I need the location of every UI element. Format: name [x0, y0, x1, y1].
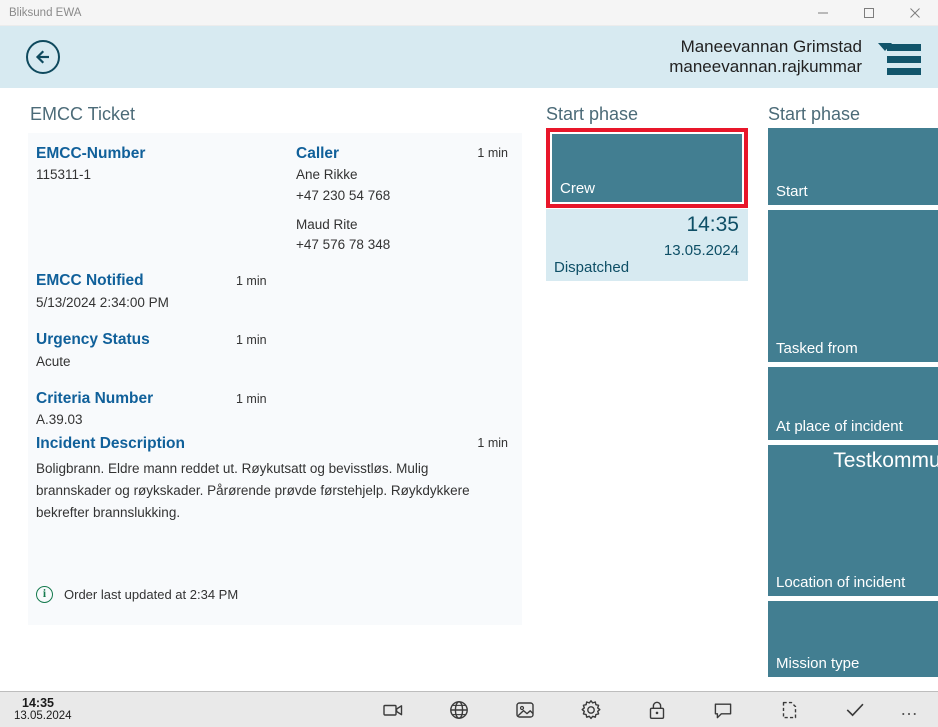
field-label: EMCC-Number: [36, 145, 146, 162]
caller-name: Ane Rikke: [296, 167, 358, 183]
taskbar-date: 13.05.2024: [14, 710, 72, 723]
field-row: Criteria Number A.39.03 1 min: [36, 388, 508, 431]
back-arrow-icon[interactable]: [26, 40, 60, 74]
field-row: Urgency Status Acute 1 min: [36, 329, 508, 372]
field-value: 115311-1: [36, 167, 92, 183]
tile-start[interactable]: Start: [768, 128, 938, 205]
field-age: 1 min: [236, 274, 267, 289]
order-updated-row: i Order last updated at 2:34 PM: [36, 586, 238, 603]
window-controls: [800, 0, 938, 26]
tile-location-of-incident[interactable]: Testkommune Location of incident: [768, 445, 938, 596]
tile-label: Tasked from: [776, 340, 858, 357]
info-icon: i: [36, 586, 53, 603]
gear-icon[interactable]: [558, 692, 624, 727]
taskbar-time: 14:35: [22, 695, 54, 710]
start-phase-title-right: Start phase: [768, 104, 861, 124]
app-header: Maneevannan Grimstad maneevannan.rajkumm…: [0, 26, 938, 88]
tile-mission-type[interactable]: Mission type: [768, 601, 938, 677]
field-value: Acute: [36, 353, 71, 369]
user-display-name: Maneevannan Grimstad: [680, 36, 862, 56]
overflow-label: …: [900, 699, 920, 719]
field-value: A.39.03: [36, 412, 83, 428]
field-label: EMCC Notified: [36, 272, 144, 290]
tile-label: Location of incident: [776, 574, 906, 591]
globe-icon[interactable]: [426, 692, 492, 727]
field-urgency-status: Urgency Status Acute: [36, 329, 236, 372]
caller-phone: +47 230 54 768: [296, 187, 391, 203]
incident-label: Incident Description: [36, 434, 185, 452]
dispatched-date: 13.05.2024: [663, 242, 739, 259]
tile-label: Mission type: [776, 655, 860, 672]
field-emcc-notified: EMCC Notified 5/13/2024 2:34:00 PM: [36, 270, 236, 313]
hamburger-menu-icon[interactable]: [878, 37, 924, 77]
application-window: Bliksund EWA Maneevannan Grimstad maneev…: [0, 0, 938, 727]
tile-crew[interactable]: Crew: [552, 134, 742, 202]
user-info[interactable]: Maneevannan Grimstad maneevannan.rajkumm…: [669, 37, 862, 77]
order-updated-text: Order last updated at 2:34 PM: [64, 587, 239, 602]
start-phase-column-middle: Start phase Crew 14:35 13.05.2024 Dispat…: [534, 88, 762, 691]
incident-text: Boligbrann. Eldre mann reddet ut. Røykut…: [36, 461, 470, 520]
window-title: Bliksund EWA: [9, 6, 82, 19]
caller-age: 1 min: [477, 146, 508, 160]
field-age: 1 min: [236, 333, 267, 348]
os-title-bar: Bliksund EWA: [0, 0, 938, 26]
start-phase-title-middle: Start phase: [546, 104, 639, 124]
image-icon[interactable]: [492, 692, 558, 727]
field-emcc-number: EMCC-Number 115311-1: [36, 143, 236, 255]
middle-tile-stack: Crew 14:35 13.05.2024 Dispatched: [546, 128, 748, 281]
maximize-icon[interactable]: [846, 0, 892, 26]
field-age-spacer: [236, 143, 296, 255]
crew-tile-selection-outline: Crew: [546, 128, 748, 208]
taskbar: 14:35 13.05.2024 …: [0, 691, 938, 727]
right-tile-stack: Start Tasked from At place of incident T…: [768, 128, 938, 682]
checkmark-icon[interactable]: [822, 692, 888, 727]
tile-label: Crew: [560, 180, 596, 197]
field-value: 5/13/2024 2:34:00 PM: [36, 294, 169, 310]
caller-phone: +47 576 78 348: [296, 237, 391, 253]
emcc-ticket-card: EMCC-Number 115311-1 Caller 1 min Ane Ri…: [28, 133, 522, 625]
taskbar-clock[interactable]: 14:35 13.05.2024: [14, 696, 72, 724]
taskbar-icon-row: …: [360, 692, 938, 727]
chat-bubble-icon[interactable]: [690, 692, 756, 727]
overflow-ellipsis-icon[interactable]: …: [888, 692, 938, 727]
tile-label: Dispatched: [554, 259, 630, 276]
tile-at-place-of-incident[interactable]: At place of incident: [768, 367, 938, 440]
dispatched-time: 14:35: [686, 213, 739, 236]
caller-name: Maud Rite: [296, 216, 358, 232]
field-label: Urgency Status: [36, 331, 150, 349]
close-icon[interactable]: [892, 0, 938, 26]
caller-label: Caller: [296, 145, 340, 162]
tile-label: At place of incident: [776, 418, 903, 435]
video-camera-icon[interactable]: [360, 692, 426, 727]
field-age: 1 min: [236, 391, 267, 406]
main-content: EMCC Ticket EMCC-Number 115311-1 Caller …: [0, 88, 938, 691]
emcc-field-grid: EMCC-Number 115311-1 Caller 1 min Ane Ri…: [36, 143, 508, 524]
field-criteria-number: Criteria Number A.39.03: [36, 388, 236, 431]
lock-icon[interactable]: [624, 692, 690, 727]
user-login-name: maneevannan.rajkummar: [669, 57, 862, 76]
field-incident-description: Incident Description 1 min Boligbrann. E…: [36, 433, 508, 524]
incident-age: 1 min: [477, 435, 508, 450]
start-phase-column-right: Start phase Start Tasked from At place o…: [762, 88, 938, 691]
document-icon[interactable]: [756, 692, 822, 727]
emcc-ticket-title: EMCC Ticket: [30, 104, 136, 124]
minimize-icon[interactable]: [800, 0, 846, 26]
tile-dispatched[interactable]: 14:35 13.05.2024 Dispatched: [546, 209, 748, 281]
tile-value: Testkommune: [833, 449, 938, 472]
tile-label: Start: [776, 183, 808, 200]
field-label: Criteria Number: [36, 389, 154, 407]
emcc-ticket-column: EMCC Ticket EMCC-Number 115311-1 Caller …: [0, 88, 534, 691]
field-row: EMCC-Number 115311-1 Caller 1 min Ane Ri…: [36, 143, 508, 255]
field-row: EMCC Notified 5/13/2024 2:34:00 PM 1 min: [36, 270, 508, 313]
field-caller: Caller 1 min Ane Rikke +47 230 54 768 Ma…: [296, 143, 508, 255]
tile-tasked-from[interactable]: Tasked from: [768, 210, 938, 362]
